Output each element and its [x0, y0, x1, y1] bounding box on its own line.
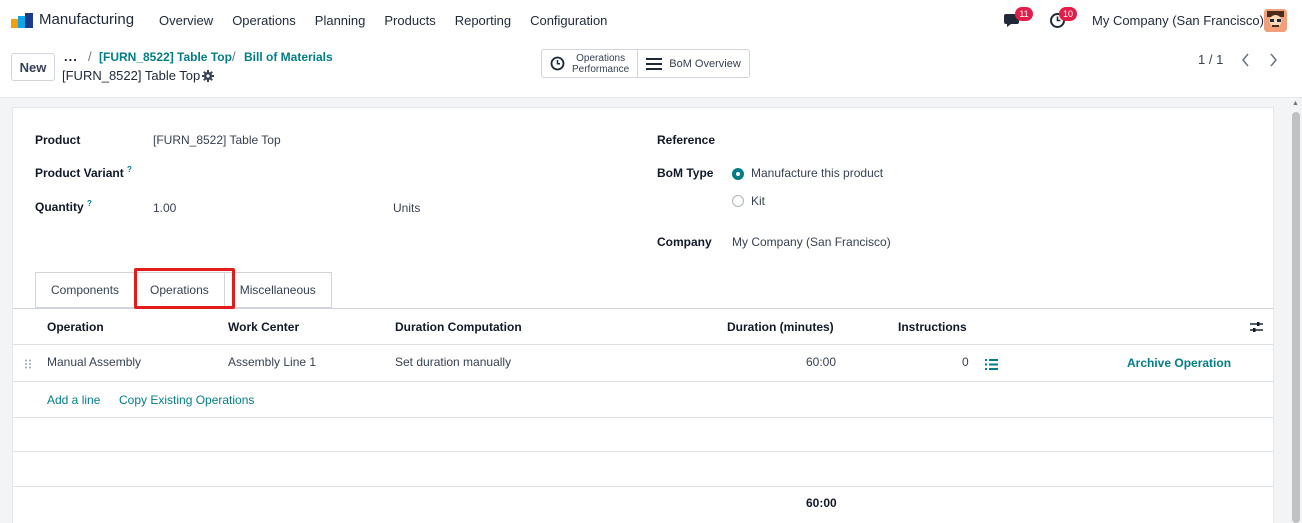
column-duration-minutes[interactable]: Duration (minutes)	[727, 320, 834, 334]
operations-table-header: Operation Work Center Duration Computati…	[13, 309, 1273, 345]
bom-overview-label: BoM Overview	[669, 57, 741, 70]
user-avatar[interactable]	[1264, 9, 1287, 32]
instructions-list-icon[interactable]	[985, 359, 998, 370]
cell-work-center: Assembly Line 1	[228, 355, 317, 369]
menu-item-configuration[interactable]: Configuration	[530, 13, 607, 28]
archive-operation-button[interactable]: Archive Operation	[1127, 356, 1231, 370]
smart-buttons: Operations Performance BoM Overview	[541, 49, 750, 78]
empty-row	[13, 452, 1273, 487]
ops-perf-label-line2: Performance	[572, 63, 630, 75]
new-button[interactable]: New	[11, 53, 55, 81]
breadcrumb-bill-of-materials[interactable]: Bill of Materials	[244, 50, 333, 64]
product-label: Product	[35, 133, 81, 147]
menu-item-operations[interactable]: Operations	[232, 13, 296, 28]
bom-type-manufacture-radio[interactable]	[732, 168, 744, 180]
bom-overview-button[interactable]: BoM Overview	[637, 50, 749, 77]
bom-type-kit-label[interactable]: Kit	[751, 194, 765, 208]
pager-next-button[interactable]	[1260, 49, 1287, 71]
scrollbar-thumb[interactable]	[1292, 112, 1300, 523]
column-work-center[interactable]: Work Center	[228, 320, 299, 334]
table-actions-row: Add a line Copy Existing Operations	[13, 382, 1273, 418]
bars-icon	[646, 57, 663, 70]
bom-type-kit-radio[interactable]	[732, 195, 744, 207]
activities-count-badge: 10	[1059, 7, 1078, 21]
cell-instructions-count: 0	[962, 355, 969, 369]
bom-type-label: BoM Type	[657, 166, 714, 180]
quantity-field[interactable]: 1.00	[153, 201, 176, 215]
notebook-tabs: Components Operations Miscellaneous	[35, 272, 332, 309]
control-panel: New ... / [FURN_8522] Table Top / Bill o…	[0, 41, 1302, 98]
cell-operation: Manual Assembly	[47, 355, 142, 369]
page-scrollbar[interactable]: ▲	[1290, 98, 1302, 523]
cell-duration: 60:00	[806, 355, 837, 369]
tab-components[interactable]: Components	[35, 272, 136, 308]
company-label: Company	[657, 235, 712, 249]
product-field[interactable]: [FURN_8522] Table Top	[153, 133, 281, 147]
company-field[interactable]: My Company (San Francisco)	[732, 235, 891, 249]
menu-item-overview[interactable]: Overview	[159, 13, 213, 28]
gear-icon[interactable]	[202, 70, 214, 82]
clock-icon	[550, 56, 565, 71]
add-line-link[interactable]: Add a line	[47, 393, 100, 407]
menu-item-reporting[interactable]: Reporting	[455, 13, 511, 28]
column-duration-computation[interactable]: Duration Computation	[395, 320, 522, 334]
menu-item-planning[interactable]: Planning	[315, 13, 366, 28]
table-row[interactable]: Manual Assembly Assembly Line 1 Set dura…	[13, 345, 1273, 382]
avatar-face-icon	[1264, 9, 1287, 32]
chevron-right-icon	[1270, 53, 1277, 67]
empty-row	[13, 418, 1273, 452]
scroll-up-arrow-icon[interactable]: ▲	[1292, 100, 1299, 107]
menu-item-products[interactable]: Products	[384, 13, 435, 28]
uom-field[interactable]: Units	[393, 201, 420, 215]
optional-columns-icon[interactable]	[1250, 321, 1263, 333]
cell-duration-computation: Set duration manually	[395, 355, 512, 369]
messages-count-badge: 11	[1015, 7, 1033, 21]
record-title: [FURN_8522] Table Top	[62, 68, 201, 83]
quantity-label: Quantity ?	[35, 199, 92, 214]
ops-perf-label-line1: Operations	[576, 52, 626, 64]
company-switcher[interactable]: My Company (San Francisco)	[1092, 13, 1264, 28]
tab-miscellaneous[interactable]: Miscellaneous	[223, 272, 332, 308]
drag-handle-icon[interactable]	[24, 359, 32, 369]
pager-value[interactable]: 1 / 1	[1198, 52, 1223, 67]
top-navbar: Manufacturing Overview Operations Planni…	[0, 0, 1302, 41]
bom-type-manufacture-label[interactable]: Manufacture this product	[751, 166, 883, 180]
column-instructions[interactable]: Instructions	[898, 320, 967, 334]
operations-performance-button[interactable]: Operations Performance	[542, 50, 637, 77]
tab-operations[interactable]: Operations	[134, 272, 225, 308]
manufacturing-app-icon[interactable]	[11, 13, 33, 28]
breadcrumb-separator: /	[232, 49, 236, 64]
reference-label: Reference	[657, 133, 716, 147]
breadcrumb-separator: /	[88, 49, 92, 64]
duration-total: 60:00	[806, 496, 837, 510]
copy-existing-operations-link[interactable]: Copy Existing Operations	[119, 393, 254, 407]
chevron-left-icon	[1242, 53, 1249, 67]
breadcrumb-more[interactable]: ...	[64, 49, 78, 64]
form-sheet: Product [FURN_8522] Table Top Product Va…	[12, 107, 1274, 523]
column-operation[interactable]: Operation	[47, 320, 104, 334]
breadcrumb-product[interactable]: [FURN_8522] Table Top	[99, 50, 232, 64]
app-name[interactable]: Manufacturing	[39, 11, 134, 28]
pager-previous-button[interactable]	[1232, 49, 1259, 71]
help-tooltip-icon[interactable]: ?	[87, 199, 92, 208]
main-menu: Overview Operations Planning Products Re…	[159, 13, 626, 28]
help-tooltip-icon[interactable]: ?	[127, 165, 132, 174]
product-variant-label: Product Variant ?	[35, 165, 132, 180]
